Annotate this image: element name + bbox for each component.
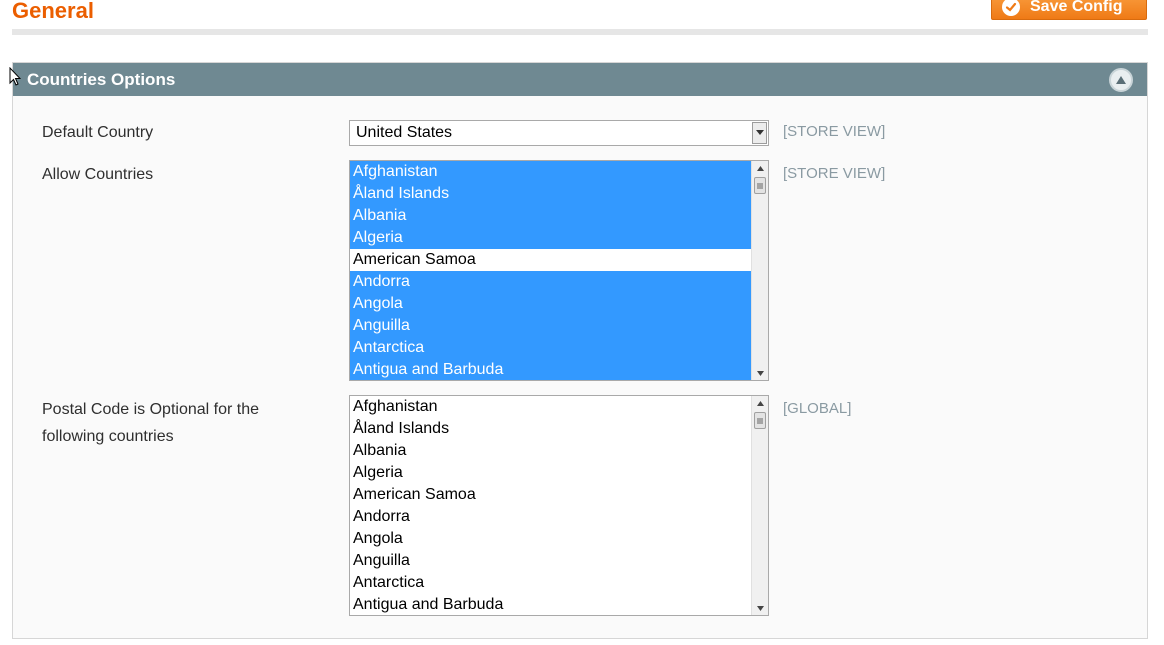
country-option[interactable]: Antigua and Barbuda — [350, 594, 752, 615]
chevron-down-icon[interactable] — [752, 122, 767, 144]
country-option[interactable]: Afghanistan — [350, 161, 752, 183]
country-option[interactable]: Åland Islands — [350, 418, 752, 440]
postal-optional-scrollbar[interactable] — [751, 396, 768, 615]
allow-countries-scope: [STORE VIEW] — [783, 165, 886, 182]
country-option[interactable]: Antarctica — [350, 337, 752, 359]
scroll-down-icon[interactable] — [752, 601, 768, 615]
country-option[interactable]: Algeria — [350, 462, 752, 484]
country-option[interactable]: American Samoa — [350, 249, 752, 271]
country-option[interactable]: Angola — [350, 293, 752, 315]
allow-countries-scrollbar[interactable] — [751, 161, 768, 380]
country-option[interactable]: Afghanistan — [350, 396, 752, 418]
postal-optional-label-line1: Postal Code is Optional for the — [42, 401, 260, 418]
country-option[interactable]: Albania — [350, 205, 752, 227]
default-country-scope: [STORE VIEW] — [783, 123, 886, 140]
scroll-down-icon[interactable] — [752, 366, 768, 380]
country-option[interactable]: Antarctica — [350, 572, 752, 594]
country-option[interactable]: Anguilla — [350, 315, 752, 337]
country-option[interactable]: American Samoa — [350, 484, 752, 506]
country-option[interactable]: Algeria — [350, 227, 752, 249]
scroll-thumb[interactable] — [754, 412, 766, 429]
country-option[interactable]: Anguilla — [350, 550, 752, 572]
default-country-select[interactable]: United States — [349, 120, 769, 146]
postal-optional-label-line2: following countries — [42, 428, 174, 445]
default-country-value: United States — [356, 124, 453, 141]
chevron-up-icon[interactable] — [1109, 68, 1133, 92]
country-option[interactable]: Angola — [350, 528, 752, 550]
check-icon — [1002, 0, 1020, 16]
save-config-label: Save Config — [1030, 0, 1123, 15]
title-divider — [12, 29, 1148, 35]
default-country-label: Default Country — [42, 124, 154, 141]
section-title: Countries Options — [27, 69, 176, 89]
section-header[interactable]: Countries Options — [13, 63, 1147, 96]
allow-countries-label: Allow Countries — [42, 166, 154, 183]
postal-optional-options: Afghanistan Åland Islands Albania Algeria Am… — [350, 396, 768, 615]
postal-optional-scope: [GLOBAL] — [783, 400, 852, 417]
allow-countries-multiselect[interactable]: Afghanistan Åland Islands Albania Algeria Am… — [349, 160, 769, 381]
page-title: General — [12, 0, 94, 23]
country-option[interactable]: Andorra — [350, 506, 752, 528]
mouse-pointer-icon — [9, 66, 22, 92]
country-option[interactable]: Antigua and Barbuda — [350, 359, 752, 380]
countries-options-section: Countries Options Default Country United… — [12, 62, 1148, 639]
country-option[interactable]: Andorra — [350, 271, 752, 293]
scroll-up-icon[interactable] — [752, 396, 768, 410]
country-option[interactable]: Åland Islands — [350, 183, 752, 205]
scroll-up-icon[interactable] — [752, 161, 768, 175]
scroll-thumb[interactable] — [754, 177, 766, 194]
country-option[interactable]: Albania — [350, 440, 752, 462]
allow-countries-options: Afghanistan Åland Islands Albania Algeria Am… — [350, 161, 768, 380]
postal-optional-multiselect[interactable]: Afghanistan Åland Islands Albania Algeria Am… — [349, 395, 769, 616]
save-config-button[interactable]: Save Config — [991, 0, 1147, 20]
